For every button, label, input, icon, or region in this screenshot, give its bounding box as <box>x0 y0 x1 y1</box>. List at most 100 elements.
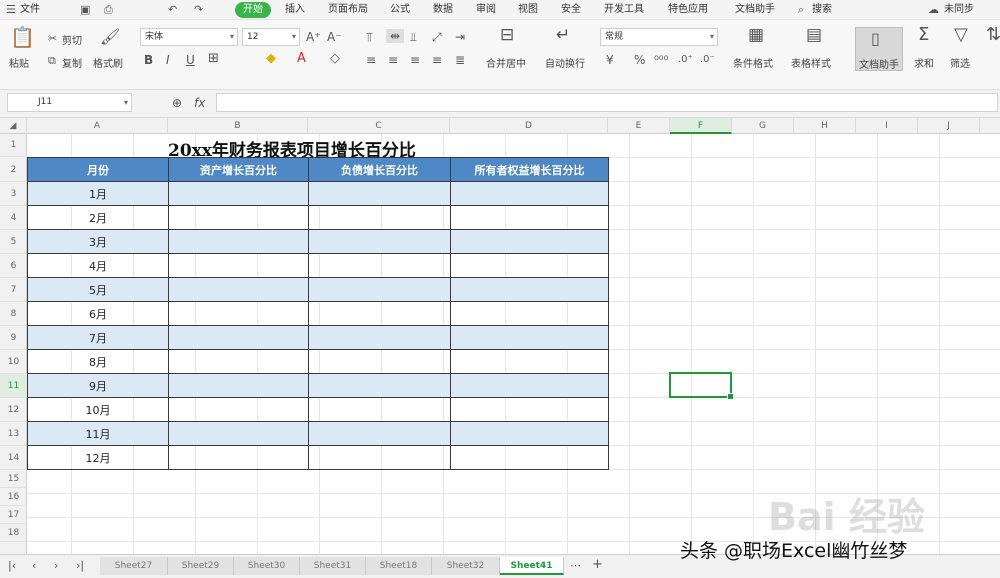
menu-special[interactable]: 特色应用 <box>668 2 708 18</box>
value-cell[interactable] <box>450 277 609 302</box>
value-cell[interactable] <box>450 397 609 422</box>
font-color-icon[interactable]: A <box>297 52 306 66</box>
currency-icon[interactable]: ¥ <box>606 53 614 67</box>
menu-page-layout[interactable]: 页面布局 <box>328 2 368 18</box>
number-format-select[interactable]: 常规 ▾ <box>600 28 718 46</box>
cut-label[interactable]: 剪切 <box>62 32 82 47</box>
value-cell[interactable] <box>308 253 451 278</box>
value-cell[interactable] <box>168 229 309 254</box>
name-box[interactable]: J11 ▾ <box>7 93 132 112</box>
doc-helper-button[interactable]: ▯ 文档助手 <box>855 27 903 71</box>
month-cell[interactable]: 12月 <box>27 445 169 470</box>
column-header[interactable]: C <box>308 118 450 134</box>
filter-icon[interactable]: ▽ <box>954 26 968 44</box>
value-cell[interactable] <box>308 349 451 374</box>
row-header[interactable]: 4 <box>0 206 27 230</box>
increase-decimal-icon[interactable]: .0⁺ <box>678 53 693 67</box>
indent-icon[interactable]: ⇥ <box>455 30 465 44</box>
row-header[interactable]: 1 <box>0 134 27 157</box>
row-header[interactable]: 16 <box>0 488 27 506</box>
sheet-tab[interactable]: Sheet32 <box>432 557 500 575</box>
prev-sheet-icon[interactable]: ‹ <box>32 559 36 573</box>
sync-status[interactable]: 未同步 <box>944 2 974 18</box>
value-cell[interactable] <box>308 301 451 326</box>
value-cell[interactable] <box>308 373 451 398</box>
format-painter-icon[interactable]: 🖌 <box>100 29 120 45</box>
menu-review[interactable]: 审阅 <box>476 2 496 18</box>
sheet-tab[interactable]: Sheet30 <box>234 557 300 575</box>
month-cell[interactable]: 7月 <box>27 325 169 350</box>
value-cell[interactable] <box>168 205 309 230</box>
column-header[interactable]: I <box>856 118 918 134</box>
table-style-label[interactable]: 表格样式 <box>791 55 831 70</box>
month-cell[interactable]: 5月 <box>27 277 169 302</box>
align-top-icon[interactable]: ⫪ <box>366 30 373 44</box>
column-header[interactable]: D <box>450 118 608 134</box>
row-header[interactable]: 14 <box>0 446 27 470</box>
value-cell[interactable] <box>168 325 309 350</box>
header-liability-growth[interactable]: 负债增长百分比 <box>308 157 451 182</box>
font-shrink-icon[interactable]: A⁻ <box>327 30 342 44</box>
value-cell[interactable] <box>450 253 609 278</box>
table-style-icon[interactable]: ▤ <box>806 27 822 44</box>
conditional-format-icon[interactable]: ▦ <box>748 27 764 44</box>
header-asset-growth[interactable]: 资产增长百分比 <box>168 157 309 182</box>
month-cell[interactable]: 11月 <box>27 421 169 446</box>
row-header[interactable]: 17 <box>0 506 27 524</box>
value-cell[interactable] <box>168 253 309 278</box>
justify-icon[interactable]: ≡ <box>432 53 442 67</box>
value-cell[interactable] <box>168 421 309 446</box>
menu-data[interactable]: 数据 <box>433 2 453 18</box>
sum-label[interactable]: 求和 <box>914 55 934 70</box>
value-cell[interactable] <box>168 349 309 374</box>
save-icon[interactable]: ▣ <box>80 3 90 17</box>
paste-label[interactable]: 粘贴 <box>9 55 29 70</box>
row-header[interactable]: 11 <box>0 374 27 398</box>
menu-insert[interactable]: 插入 <box>285 2 305 18</box>
row-header[interactable]: 8 <box>0 302 27 326</box>
header-equity-growth[interactable]: 所有者权益增长百分比 <box>450 157 609 182</box>
align-left-icon[interactable]: ≡ <box>366 53 376 67</box>
selected-cell[interactable] <box>669 372 734 400</box>
column-header[interactable]: H <box>794 118 856 134</box>
wrap-text-icon[interactable]: ↵ <box>556 27 570 44</box>
italic-icon[interactable]: I <box>166 53 170 67</box>
month-cell[interactable]: 1月 <box>27 181 169 206</box>
sheet-tab[interactable]: Sheet31 <box>300 557 366 575</box>
redo-icon[interactable]: ↷ <box>194 3 203 17</box>
value-cell[interactable] <box>308 397 451 422</box>
undo-icon[interactable]: ↶ <box>168 3 177 17</box>
menu-view[interactable]: 视图 <box>518 2 538 18</box>
copy-label[interactable]: 复制 <box>62 55 82 70</box>
row-header[interactable]: 5 <box>0 230 27 254</box>
column-header[interactable]: E <box>608 118 670 134</box>
value-cell[interactable] <box>168 373 309 398</box>
row-header[interactable]: 10 <box>0 350 27 374</box>
month-cell[interactable]: 3月 <box>27 229 169 254</box>
sort-icon[interactable]: ⇅ <box>986 26 1000 44</box>
align-center-icon[interactable]: ≡ <box>388 53 398 67</box>
row-header[interactable]: 12 <box>0 398 27 422</box>
value-cell[interactable] <box>308 421 451 446</box>
menu-search[interactable]: 搜索 <box>812 2 832 18</box>
menu-formulas[interactable]: 公式 <box>390 2 410 18</box>
column-header[interactable]: B <box>168 118 308 134</box>
month-cell[interactable]: 6月 <box>27 301 169 326</box>
value-cell[interactable] <box>450 445 609 470</box>
cloud-icon[interactable]: ☁ <box>928 3 939 17</box>
column-header[interactable]: F <box>670 118 732 134</box>
menu-home[interactable]: 开始 <box>235 2 271 18</box>
row-header[interactable]: 3 <box>0 182 27 206</box>
value-cell[interactable] <box>308 205 451 230</box>
row-header[interactable]: 2 <box>0 158 27 182</box>
row-header[interactable]: 9 <box>0 326 27 350</box>
fill-color-icon[interactable]: ◆ <box>266 52 276 66</box>
month-cell[interactable]: 9月 <box>27 373 169 398</box>
last-sheet-icon[interactable]: ›| <box>76 559 84 573</box>
column-header[interactable]: A <box>27 118 168 134</box>
month-cell[interactable]: 10月 <box>27 397 169 422</box>
underline-icon[interactable]: U <box>186 53 195 67</box>
column-header[interactable]: G <box>732 118 794 134</box>
value-cell[interactable] <box>450 373 609 398</box>
function-icon[interactable]: fx <box>194 96 205 110</box>
